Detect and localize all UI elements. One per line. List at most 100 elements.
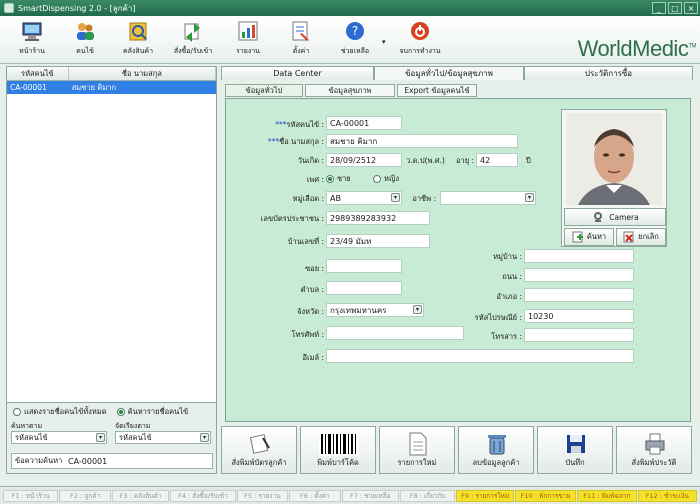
soi-input[interactable]: [326, 259, 402, 273]
reorder-icon: [184, 23, 200, 42]
blood-group-select[interactable]: AB ▾: [326, 191, 402, 205]
fax-input[interactable]: [524, 328, 634, 342]
table-row[interactable]: CA-00001 สมชาย คิมาก: [7, 81, 216, 94]
dob-label: วันเกิด :: [297, 156, 324, 165]
patient-name-input[interactable]: สมชาย คิมาก: [326, 134, 518, 148]
toolbar-frontstore-button[interactable]: หน้าร้าน: [4, 20, 60, 62]
fkey-f2[interactable]: F2 : ลูกค้า: [59, 489, 111, 502]
filter-radio-row: แสดงรายชื่อคนไข้ทั้งหมด ค้นหารายชื่อคนไข…: [7, 403, 216, 421]
tab-data-center[interactable]: Data Center: [221, 66, 374, 80]
help-dropdown-arrow[interactable]: ▾: [382, 38, 386, 46]
camera-button[interactable]: Camera: [564, 208, 666, 226]
tambon-label: ตำบล :: [300, 285, 324, 294]
dob-input[interactable]: 28/09/2512: [326, 153, 402, 167]
moo-input[interactable]: [524, 249, 634, 263]
show-all-radio[interactable]: แสดงรายชื่อคนไข้ทั้งหมด: [13, 406, 107, 418]
general-info-form: ***รหัสคนไข้ : CA-00001 ***ชื่อ นามสกุล …: [225, 98, 691, 422]
col-header-code[interactable]: รหัสคนไข้: [7, 67, 69, 80]
print-history-button[interactable]: สั่งพิมพ์ประวัติ: [616, 426, 692, 474]
amphoe-input[interactable]: [524, 288, 634, 302]
tab-purchase-history[interactable]: ประวัติการซื้อ: [524, 66, 693, 80]
patient-code-input[interactable]: CA-00001: [326, 116, 402, 130]
photo-panel: Camera ค้นหา ยกเลิก: [561, 109, 667, 247]
computer-icon: [22, 22, 42, 41]
fkey-f9[interactable]: F9 : รายการใหม่: [456, 489, 514, 502]
fkey-f10[interactable]: F10 : พักการขาย: [514, 489, 577, 502]
search-name-radio[interactable]: ค้นหารายชื่อคนไข้: [116, 406, 188, 418]
toolbar-warehouse-button[interactable]: คลังสินค้า: [110, 20, 166, 62]
delete-customer-button[interactable]: ลบข้อมูลลูกค้า: [458, 426, 534, 474]
print-card-icon: [249, 434, 270, 454]
col-header-name[interactable]: ชื่อ นามสกุล: [69, 67, 216, 80]
fkey-f11[interactable]: F11 : พิมพ์ฉลาก: [577, 489, 637, 502]
province-select[interactable]: กรุงเทพมหานคร ▾: [326, 303, 424, 317]
window-controls: _ □ ×: [652, 2, 698, 14]
phone-input[interactable]: [326, 326, 464, 340]
fkey-f7[interactable]: F7 : ช่วยเหลือ: [341, 489, 399, 502]
maximize-button[interactable]: □: [668, 2, 682, 14]
age-unit-label: ปี: [526, 156, 531, 165]
amphoe-label: อำเภอ :: [496, 292, 522, 301]
road-label: ถนน :: [502, 272, 522, 281]
search-by-select[interactable]: รหัสคนไข้ ▾: [11, 431, 107, 444]
printer-icon: [645, 433, 665, 455]
close-button[interactable]: ×: [684, 2, 698, 14]
main-tabs: Data Center ข้อมูลทั่วไป/ข้อมูลสุขภาพ ปร…: [221, 66, 695, 80]
fkey-f3[interactable]: F3 : คลังสินค้า: [111, 489, 170, 502]
webcam-icon: [594, 212, 603, 222]
sex-male-radio[interactable]: ชาย: [326, 173, 351, 185]
new-record-button[interactable]: รายการใหม่: [379, 426, 455, 474]
app-icon: [4, 3, 14, 13]
fkey-f1[interactable]: F1 : หน้าร้าน: [3, 489, 59, 502]
tab-general-health[interactable]: ข้อมูลทั่วไป/ข้อมูลสุขภาพ: [374, 66, 524, 80]
photo-search-button[interactable]: ค้นหา: [564, 228, 614, 246]
occupation-label: อาชีพ :: [412, 194, 436, 203]
fkey-f6[interactable]: F6 : ตั้งค่า: [289, 489, 341, 502]
moo-label: หมู่บ้าน :: [493, 252, 522, 261]
occupation-select[interactable]: ▾: [440, 191, 536, 205]
barcode-icon: [319, 432, 359, 456]
idcard-input[interactable]: 2989389283932: [326, 211, 430, 225]
road-input[interactable]: [524, 268, 634, 282]
action-bar: สั่งพิมพ์บัตรลูกค้า พิมพ์บาร์โค้ด รายการ…: [221, 426, 695, 476]
postcode-input[interactable]: 10230: [524, 309, 634, 323]
power-icon: [411, 22, 429, 40]
save-button[interactable]: บันทึก: [537, 426, 613, 474]
toolbar-help-button[interactable]: ? ช่วยเหลือ: [327, 20, 383, 62]
province-label: จังหวัด :: [297, 307, 324, 316]
sex-label: เพศ :: [306, 175, 324, 184]
toolbar-exit-button[interactable]: จบการทำงาน: [392, 20, 448, 62]
age-input[interactable]: 42: [476, 153, 518, 167]
code-label: ***รหัสคนไข้ :: [275, 120, 324, 129]
main-toolbar: หน้าร้าน คนไข้ คลังสินค้า สั่งซื้อ/รับเข…: [0, 16, 700, 64]
minimize-button[interactable]: _: [652, 2, 666, 14]
photo-cancel-button[interactable]: ยกเลิก: [616, 228, 666, 246]
tambon-input[interactable]: [326, 281, 402, 295]
search-text-input[interactable]: CA-00001: [68, 457, 107, 466]
tab-general-info[interactable]: ข้อมูลทั่วไป: [225, 84, 303, 97]
title-bar: SmartDispensing 2.0 - [ลูกค้า] _ □ ×: [0, 0, 700, 16]
print-card-button[interactable]: สั่งพิมพ์บัตรลูกค้า: [221, 426, 297, 474]
function-key-bar: F1 : หน้าร้าน F2 : ลูกค้า F3 : คลังสินค้…: [0, 486, 700, 504]
house-input[interactable]: 23/49 มัมท: [326, 234, 430, 248]
toolbar-purchase-button[interactable]: สั่งซื้อ/รับเข้า: [165, 20, 221, 62]
sort-by-select[interactable]: รหัสคนไข้ ▾: [115, 431, 211, 444]
tab-health-info[interactable]: ข้อมูลสุขภาพ: [305, 84, 395, 97]
fkey-f4[interactable]: F4 : สั่งซื้อ/รับเข้า: [170, 489, 236, 502]
postcode-label: รหัสไปรษณีย์ :: [474, 313, 522, 322]
sex-female-radio[interactable]: หญิง: [373, 173, 399, 185]
print-barcode-button[interactable]: พิมพ์บาร์โค้ด: [300, 426, 376, 474]
tab-export-patient[interactable]: Export ข้อมูลคนไข้: [397, 84, 477, 97]
fkey-f5[interactable]: F5 : รายงาน: [236, 489, 289, 502]
phone-label: โทรศัพท์ :: [291, 330, 324, 339]
fkey-f12[interactable]: F12 : ชำระเงิน: [637, 489, 697, 502]
warehouse-icon: [129, 22, 147, 41]
row-name: สมชาย คิมาก: [71, 82, 117, 92]
toolbar-patient-button[interactable]: คนไข้: [57, 20, 113, 62]
patient-filter-panel: แสดงรายชื่อคนไข้ทั้งหมด ค้นหารายชื่อคนไข…: [6, 402, 217, 474]
patient-grid-header: รหัสคนไข้ ชื่อ นามสกุล: [7, 67, 216, 81]
fkey-f8[interactable]: F8 : เกี่ยวกับ: [399, 489, 456, 502]
email-input[interactable]: [326, 349, 634, 363]
toolbar-report-button[interactable]: รายงาน: [220, 20, 276, 62]
toolbar-settings-button[interactable]: ตั้งค่า: [273, 20, 329, 62]
